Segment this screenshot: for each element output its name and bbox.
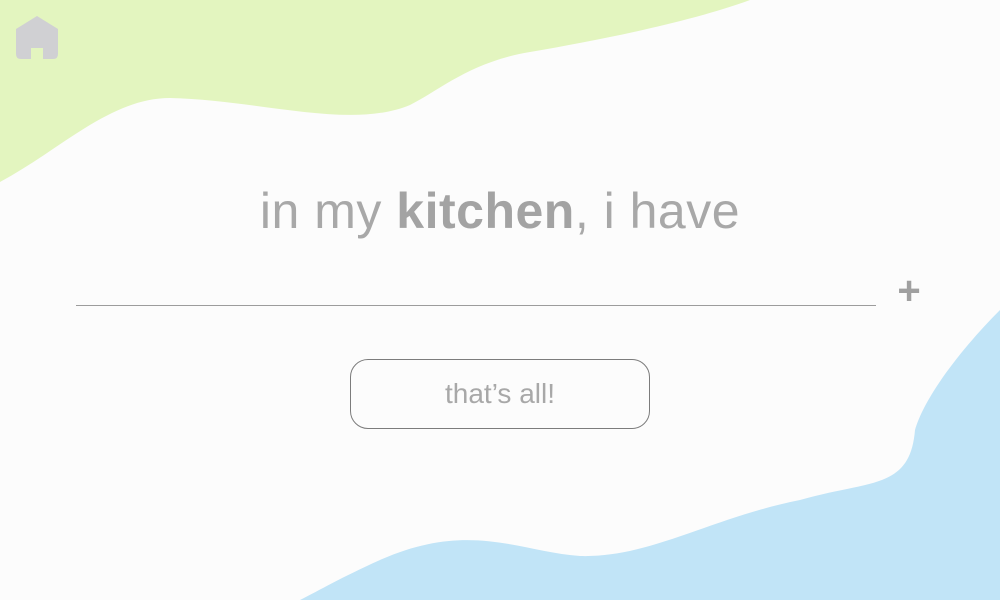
page-title: in my kitchen, i have (0, 182, 1000, 240)
thats-all-button[interactable]: that’s all! (350, 359, 650, 429)
title-suffix: , i have (574, 183, 741, 239)
title-prefix: in my (259, 183, 397, 239)
home-button[interactable] (16, 16, 58, 60)
add-ingredient-button[interactable]: + (890, 269, 928, 313)
blue-blob (300, 310, 1000, 600)
home-icon (16, 16, 58, 59)
title-emphasis: kitchen (396, 183, 575, 239)
plus-icon: + (897, 269, 921, 313)
thats-all-label: that’s all! (445, 378, 555, 409)
green-blob (0, 0, 750, 182)
ingredient-input[interactable] (76, 262, 876, 306)
